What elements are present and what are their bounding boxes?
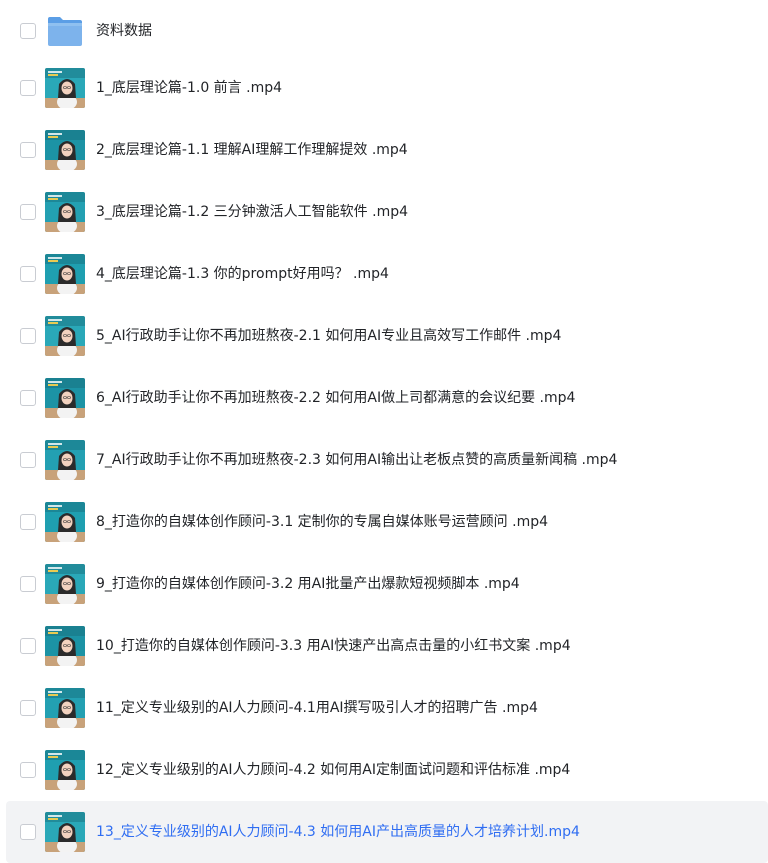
select-checkbox[interactable] [20, 23, 36, 39]
file-name-label[interactable]: 4_底层理论篇-1.3 你的prompt好用吗？ .mp4 [96, 264, 389, 284]
select-checkbox[interactable] [20, 638, 36, 654]
video-thumbnail-icon [45, 626, 85, 666]
file-row[interactable]: 5_AI行政助手让你不再加班熬夜-2.1 如何用AI专业且高效写工作邮件 .mp… [0, 305, 768, 367]
video-thumbnail-icon [45, 192, 85, 232]
video-thumbnail-icon [45, 316, 85, 356]
video-thumbnail-icon [45, 750, 85, 790]
file-row[interactable]: 11_定义专业级别的AI人力顾问-4.1用AI撰写吸引人才的招聘广告 .mp4 [0, 677, 768, 739]
file-row[interactable]: 8_打造你的自媒体创作顾问-3.1 定制你的专属自媒体账号运营顾问 .mp4 [0, 491, 768, 553]
file-row[interactable]: 10_打造你的自媒体创作顾问-3.3 用AI快速产出高点击量的小红书文案 .mp… [0, 615, 768, 677]
folder-icon [45, 11, 85, 51]
video-thumbnail-icon [45, 564, 85, 604]
file-name-label[interactable]: 7_AI行政助手让你不再加班熬夜-2.3 如何用AI输出让老板点赞的高质量新闻稿… [96, 450, 617, 470]
video-thumbnail-icon [45, 378, 85, 418]
select-checkbox[interactable] [20, 700, 36, 716]
file-name-label[interactable]: 5_AI行政助手让你不再加班熬夜-2.1 如何用AI专业且高效写工作邮件 .mp… [96, 326, 561, 346]
select-checkbox[interactable] [20, 204, 36, 220]
file-row[interactable]: 13_定义专业级别的AI人力顾问-4.3 如何用AI产出高质量的人才培养计划.m… [6, 801, 768, 863]
select-checkbox[interactable] [20, 328, 36, 344]
select-checkbox[interactable] [20, 390, 36, 406]
select-checkbox[interactable] [20, 824, 36, 840]
file-row[interactable]: 2_底层理论篇-1.1 理解AI理解工作理解提效 .mp4 [0, 119, 768, 181]
file-row[interactable]: 12_定义专业级别的AI人力顾问-4.2 如何用AI定制面试问题和评估标准 .m… [0, 739, 768, 801]
video-thumbnail-icon [45, 130, 85, 170]
file-name-label[interactable]: 3_底层理论篇-1.2 三分钟激活人工智能软件 .mp4 [96, 202, 408, 222]
select-checkbox[interactable] [20, 266, 36, 282]
select-checkbox[interactable] [20, 514, 36, 530]
file-name-label[interactable]: 11_定义专业级别的AI人力顾问-4.1用AI撰写吸引人才的招聘广告 .mp4 [96, 698, 538, 718]
select-checkbox[interactable] [20, 762, 36, 778]
file-row[interactable]: 1_底层理论篇-1.0 前言 .mp4 [0, 57, 768, 119]
folder-row[interactable]: 资料数据 [0, 0, 768, 62]
file-name-label[interactable]: 1_底层理论篇-1.0 前言 .mp4 [96, 78, 282, 98]
file-row[interactable]: 7_AI行政助手让你不再加班熬夜-2.3 如何用AI输出让老板点赞的高质量新闻稿… [0, 429, 768, 491]
video-thumbnail-icon [45, 502, 85, 542]
video-thumbnail-icon [45, 688, 85, 728]
video-thumbnail-icon [45, 254, 85, 294]
file-name-label[interactable]: 10_打造你的自媒体创作顾问-3.3 用AI快速产出高点击量的小红书文案 .mp… [96, 636, 571, 656]
video-thumbnail-icon [45, 68, 85, 108]
file-row[interactable]: 9_打造你的自媒体创作顾问-3.2 用AI批量产出爆款短视频脚本 .mp4 [0, 553, 768, 615]
file-name-label[interactable]: 13_定义专业级别的AI人力顾问-4.3 如何用AI产出高质量的人才培养计划.m… [96, 822, 580, 842]
file-name-label[interactable]: 6_AI行政助手让你不再加班熬夜-2.2 如何用AI做上司都满意的会议纪要 .m… [96, 388, 575, 408]
select-checkbox[interactable] [20, 80, 36, 96]
file-name-label[interactable]: 8_打造你的自媒体创作顾问-3.1 定制你的专属自媒体账号运营顾问 .mp4 [96, 512, 548, 532]
select-checkbox[interactable] [20, 452, 36, 468]
select-checkbox[interactable] [20, 142, 36, 158]
file-row[interactable]: 6_AI行政助手让你不再加班熬夜-2.2 如何用AI做上司都满意的会议纪要 .m… [0, 367, 768, 429]
video-thumbnail-icon [45, 440, 85, 480]
file-name-label[interactable]: 2_底层理论篇-1.1 理解AI理解工作理解提效 .mp4 [96, 140, 408, 160]
file-row[interactable]: 4_底层理论篇-1.3 你的prompt好用吗？ .mp4 [0, 243, 768, 305]
file-name-label[interactable]: 9_打造你的自媒体创作顾问-3.2 用AI批量产出爆款短视频脚本 .mp4 [96, 574, 520, 594]
select-checkbox[interactable] [20, 576, 36, 592]
file-name-label[interactable]: 12_定义专业级别的AI人力顾问-4.2 如何用AI定制面试问题和评估标准 .m… [96, 760, 570, 780]
video-thumbnail-icon [45, 812, 85, 852]
file-row[interactable]: 3_底层理论篇-1.2 三分钟激活人工智能软件 .mp4 [0, 181, 768, 243]
file-name-label[interactable]: 资料数据 [96, 21, 152, 41]
